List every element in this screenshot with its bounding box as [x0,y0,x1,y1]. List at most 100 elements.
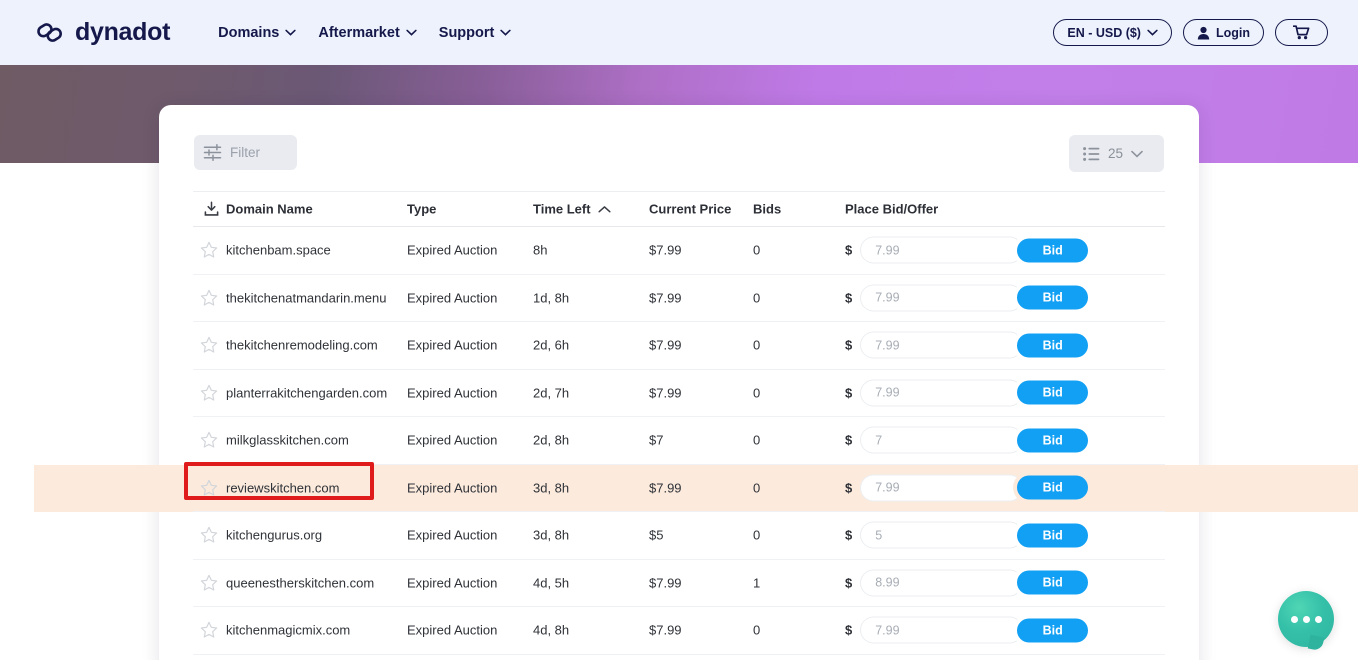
currency-symbol: $ [845,480,853,496]
currency-symbol: $ [845,290,853,306]
time-left-value: 3d, 8h [533,480,570,496]
column-header-current-price[interactable]: Current Price [649,202,731,217]
domain-name-link[interactable]: thekitchenatmandarin.menu [226,290,386,305]
place-bid-group: $ Bid [845,426,1089,454]
nav-label: Support [438,24,495,41]
auction-type: Expired Auction [407,290,498,306]
site-header: dynadot Domains Aftermarket Support EN -… [0,0,1358,65]
column-header-bids[interactable]: Bids [753,202,781,217]
current-price-value: $7.99 [649,480,682,496]
nav-label: Aftermarket [318,24,400,41]
bid-button[interactable]: Bid [1017,333,1089,358]
domain-name-link[interactable]: kitchenbam.space [226,243,331,258]
table-row[interactable]: planterrakitchengarden.com Expired Auctio… [193,370,1165,417]
bid-button[interactable]: Bid [1017,428,1089,453]
favorite-star-icon[interactable] [200,241,218,259]
nav-item-domains[interactable]: Domains [218,25,297,41]
favorite-star-icon[interactable] [200,479,218,497]
time-left-value: 4d, 5h [533,575,570,591]
bids-count: 0 [753,432,761,448]
place-bid-group: $ Bid [845,284,1089,312]
bid-amount-input[interactable] [860,426,1024,454]
table-row[interactable]: queenestherskitchen.com Expired Auction 4d… [193,560,1165,607]
bid-button[interactable]: Bid [1017,238,1089,263]
table-row[interactable]: milkglasskitchen.com Expired Auction 2d, 8… [193,417,1165,465]
column-header-domain-name[interactable]: Domain Name [204,202,313,217]
favorite-star-icon[interactable] [200,384,218,402]
filter-input[interactable]: Filter [194,135,297,170]
bid-amount-input[interactable] [860,236,1024,264]
chevron-down-icon [500,29,512,36]
page-size-selector[interactable]: 25 [1069,135,1164,172]
table-row[interactable]: kitchenmagicmix.com Expired Auction 4d, 8h… [193,607,1165,655]
nav-item-aftermarket[interactable]: Aftermarket [318,24,417,41]
list-icon [1083,146,1100,161]
table-row[interactable]: thekitchenatmandarin.menu Expired Auction… [193,275,1165,322]
favorite-star-icon[interactable] [200,289,218,307]
place-bid-group: $ Bid [845,521,1089,549]
favorite-star-icon[interactable] [200,621,218,639]
bid-amount-input[interactable] [860,521,1024,549]
bid-amount-input[interactable] [860,331,1024,359]
table-row[interactable]: kitchenbam.space Expired Auction 8h $7.99 0 $… [193,227,1165,275]
currency-symbol: $ [845,575,853,591]
column-header-time-left[interactable]: Time Left [533,202,611,217]
login-button[interactable]: Login [1182,19,1264,46]
column-label: Type [407,201,437,217]
bid-button[interactable]: Bid [1017,475,1089,500]
bid-amount-input[interactable] [860,284,1024,312]
bid-amount-input[interactable] [860,569,1024,597]
place-bid-group: $ Bid [845,616,1089,644]
table-row[interactable]: kitchengurus.org Expired Auction 3d, 8h $5 0… [193,512,1165,560]
dynadot-link-icon [37,22,62,42]
auction-type: Expired Auction [407,527,498,543]
domain-name-link[interactable]: milkglasskitchen.com [226,433,349,448]
domain-name-link[interactable]: queenestherskitchen.com [226,575,374,590]
main-nav: Domains Aftermarket Support [218,24,512,41]
table-row[interactable]: thekitchenremodeling.com Expired Auction 2… [193,322,1165,370]
bid-button[interactable]: Bid [1017,618,1089,643]
domain-name-link[interactable]: kitchengurus.org [226,528,322,543]
time-left-value: 8h [533,242,548,258]
chat-dot [1314,615,1322,623]
favorite-star-icon[interactable] [200,574,218,592]
chat-widget-button[interactable] [1278,591,1334,647]
column-label: Bids [753,201,782,217]
chevron-down-icon [406,29,417,36]
bid-button[interactable]: Bid [1017,285,1089,310]
bid-button[interactable]: Bid [1017,570,1089,595]
place-bid-group: $ Bid [845,569,1089,597]
column-header-type[interactable]: Type [407,202,436,217]
chat-dot [1302,615,1310,623]
bid-amount-input[interactable] [860,379,1024,407]
currency-symbol: $ [845,385,853,401]
currency-symbol: $ [845,527,853,543]
nav-item-support[interactable]: Support [439,25,512,41]
current-price-value: $7.99 [649,242,682,258]
favorite-star-icon[interactable] [200,431,218,449]
bids-count: 0 [753,480,761,496]
chevron-down-icon [1147,29,1158,36]
bid-amount-input[interactable] [860,616,1024,644]
chat-dot [1290,615,1298,623]
favorite-star-icon[interactable] [200,336,218,354]
auction-type: Expired Auction [407,480,498,496]
cart-button[interactable] [1275,19,1328,46]
bid-button[interactable]: Bid [1017,523,1089,548]
bid-amount-input[interactable] [860,474,1024,502]
bids-count: 0 [753,337,761,353]
download-icon[interactable] [204,201,219,217]
bids-count: 0 [753,527,761,543]
domain-name-link[interactable]: kitchenmagicmix.com [226,623,350,638]
brand-logo[interactable]: dynadot [36,18,170,47]
bid-button[interactable]: Bid [1017,380,1089,405]
place-bid-group: $ Bid [845,331,1089,359]
favorite-star-icon[interactable] [200,526,218,544]
locale-currency-selector[interactable]: EN - USD ($) [1053,19,1172,46]
chevron-down-icon [285,29,297,36]
table-row[interactable]: reviewskitchen.com Expired Auction 3d, 8h $… [34,461,1358,512]
domain-name-link[interactable]: reviewskitchen.com [226,480,339,495]
domain-name-link[interactable]: thekitchenremodeling.com [226,338,378,353]
auction-type: Expired Auction [407,337,498,353]
domain-name-link[interactable]: planterrakitchengarden.com [226,385,387,400]
